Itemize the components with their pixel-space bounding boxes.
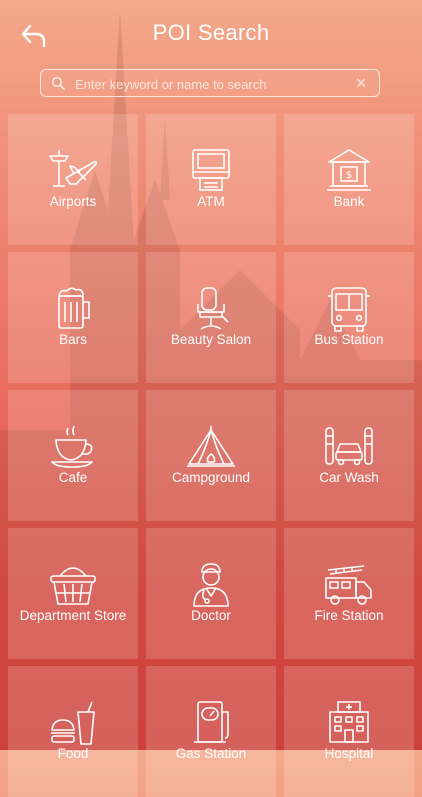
- category-label: Bus Station: [314, 332, 384, 347]
- category-label: Hospital: [324, 746, 374, 761]
- category-tile-bars[interactable]: Bars: [8, 252, 138, 383]
- doctor-icon: [193, 563, 229, 607]
- category-tile-doctor[interactable]: Doctor: [146, 528, 276, 659]
- fire-truck-icon: [325, 565, 372, 605]
- category-label: Gas Station: [175, 746, 247, 761]
- page-title: POI Search: [152, 20, 270, 45]
- svg-text:$: $: [346, 170, 352, 181]
- search-icon: [51, 76, 65, 90]
- bank-icon: $: [327, 149, 371, 191]
- category-label: Doctor: [191, 608, 231, 623]
- category-label: ATM: [197, 194, 225, 209]
- clear-search-icon[interactable]: ✕: [355, 75, 367, 91]
- category-tile-fire-station[interactable]: Fire Station: [284, 528, 414, 659]
- atm-icon: [192, 149, 230, 191]
- category-label: Bars: [59, 332, 87, 347]
- search-bar[interactable]: ✕: [40, 69, 380, 97]
- salon-chair-icon: [197, 287, 229, 330]
- bus-icon: [328, 287, 370, 332]
- gas-pump-icon: [194, 701, 229, 743]
- fast-food-icon: [51, 701, 95, 745]
- tent-icon: [187, 426, 235, 467]
- shopping-basket-icon: [50, 567, 96, 605]
- category-tile-hospital[interactable]: Hospital: [284, 666, 414, 797]
- category-label: Department Store: [19, 608, 127, 623]
- car-wash-icon: [325, 427, 373, 466]
- search-input[interactable]: [73, 73, 347, 95]
- category-tile-gas-station[interactable]: Gas Station: [146, 666, 276, 797]
- top-bar: POI Search: [0, 0, 422, 66]
- category-tile-food[interactable]: Food: [8, 666, 138, 797]
- category-label: Cafe: [58, 470, 88, 485]
- category-tile-bank[interactable]: $ Bank: [284, 114, 414, 245]
- category-label: Airports: [49, 194, 97, 209]
- category-tile-cafe[interactable]: Cafe: [8, 390, 138, 521]
- category-grid: Airports ATM $ Bank Bars Beauty Salon Bu…: [8, 114, 414, 797]
- category-tile-bus-station[interactable]: Bus Station: [284, 252, 414, 383]
- hospital-icon: [329, 701, 369, 743]
- category-tile-atm[interactable]: ATM: [146, 114, 276, 245]
- category-tile-airports[interactable]: Airports: [8, 114, 138, 245]
- category-tile-department-store[interactable]: Department Store: [8, 528, 138, 659]
- beer-mug-icon: [58, 287, 90, 329]
- category-label: Campground: [171, 470, 251, 485]
- airport-icon: [49, 150, 98, 187]
- category-tile-car-wash[interactable]: Car Wash: [284, 390, 414, 521]
- category-tile-beauty-salon[interactable]: Beauty Salon: [146, 252, 276, 383]
- category-label: Beauty Salon: [170, 332, 252, 347]
- category-tile-campground[interactable]: Campground: [146, 390, 276, 521]
- category-label: Bank: [333, 194, 365, 209]
- category-label: Car Wash: [319, 470, 379, 485]
- category-label: Fire Station: [314, 608, 384, 623]
- category-label: Food: [57, 746, 89, 761]
- coffee-cup-icon: [51, 425, 93, 468]
